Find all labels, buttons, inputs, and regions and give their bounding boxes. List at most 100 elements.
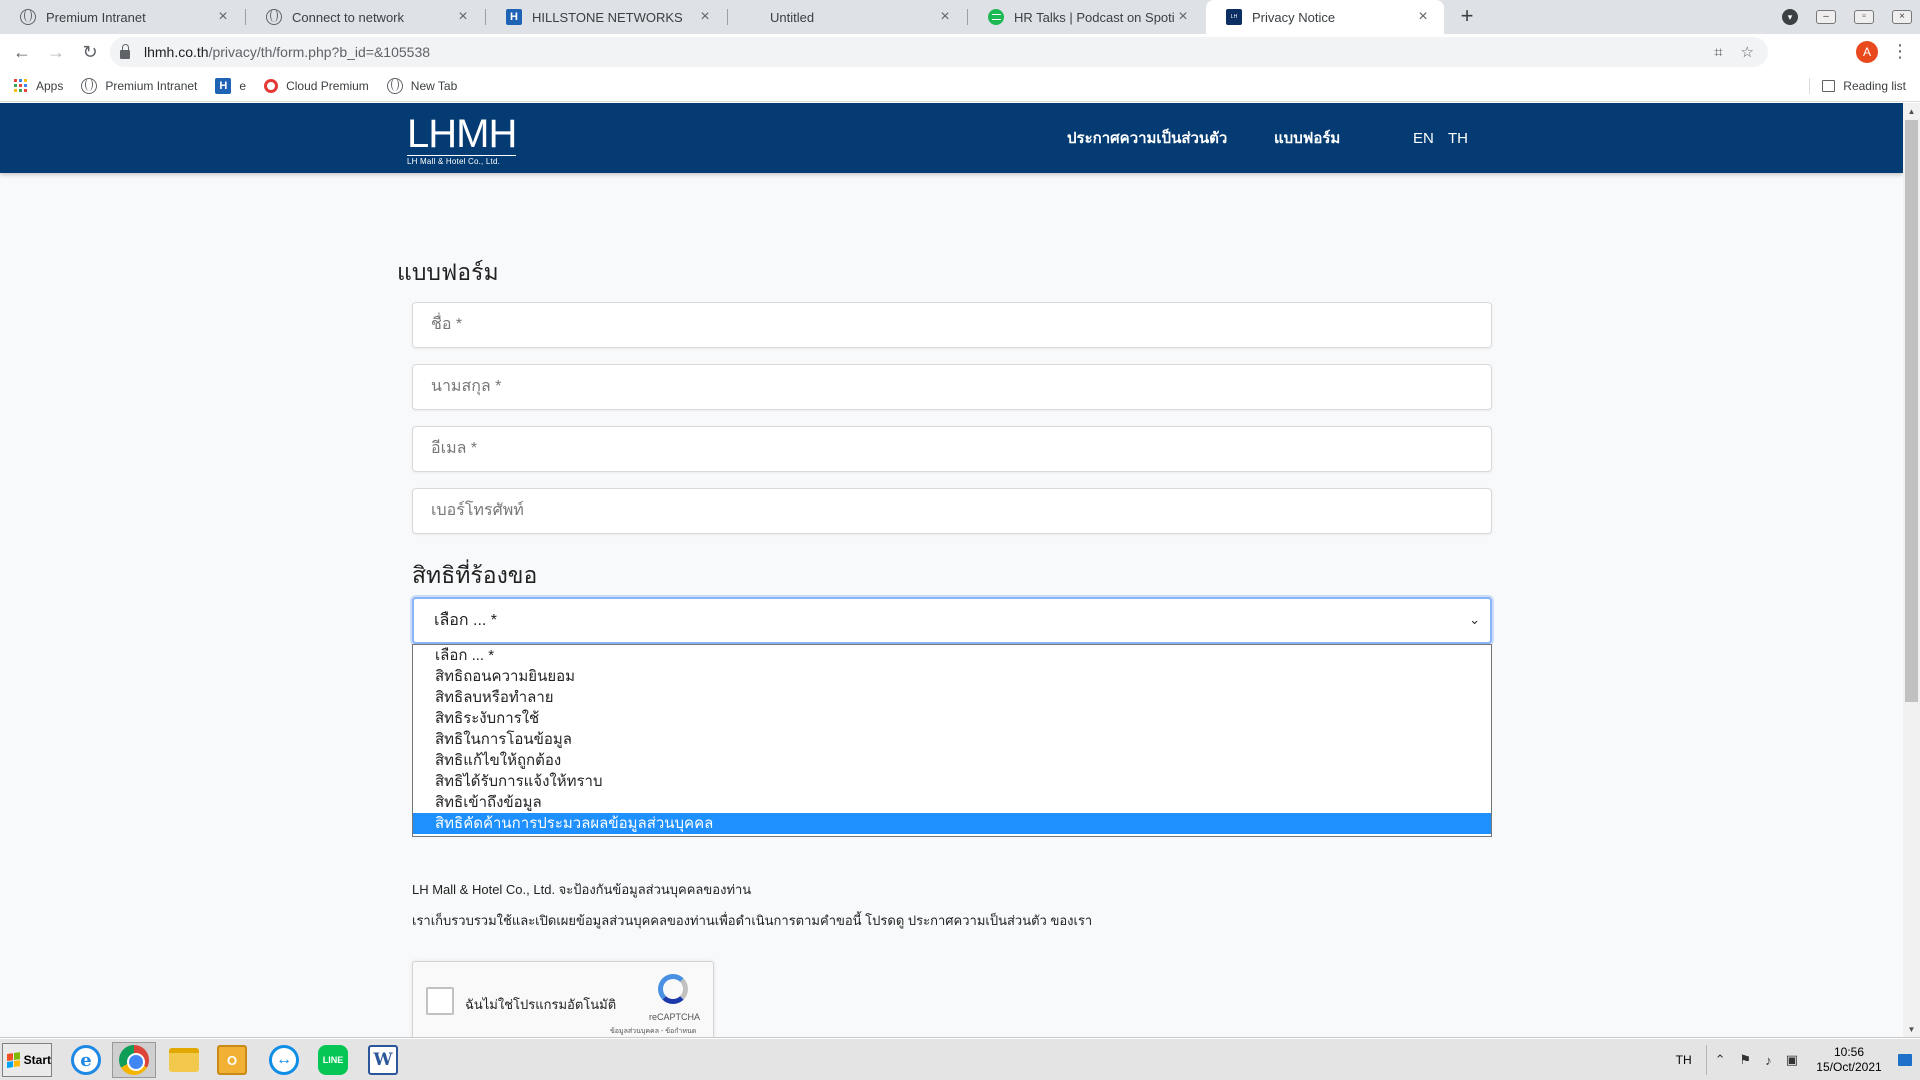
dropdown-option[interactable]: เลือก ... * bbox=[413, 645, 1491, 666]
scroll-down-icon[interactable]: ▼ bbox=[1903, 1021, 1920, 1038]
dropdown-option[interactable]: สิทธิแก้ไขให้ถูกต้อง bbox=[413, 750, 1491, 771]
globe-icon bbox=[20, 9, 36, 25]
network-icon[interactable]: ▣ bbox=[1786, 1052, 1798, 1068]
lang-en[interactable]: EN bbox=[1413, 103, 1434, 173]
recaptcha-checkbox[interactable] bbox=[426, 987, 454, 1015]
ie-icon: e bbox=[71, 1045, 101, 1075]
minimize-button[interactable]: – bbox=[1816, 10, 1836, 24]
back-icon[interactable]: ← bbox=[10, 40, 34, 64]
recaptcha-widget: ฉันไม่ใช่โปรแกรมอัตโนมัติ reCAPTCHA ข้อม… bbox=[412, 961, 714, 1038]
email-input[interactable] bbox=[412, 426, 1492, 472]
taskbar-line[interactable]: LINE bbox=[311, 1042, 355, 1078]
tab-untitled[interactable]: Untitled × bbox=[728, 0, 966, 34]
restore-button[interactable]: ▫ bbox=[1854, 10, 1874, 24]
recaptcha-logo-icon bbox=[658, 974, 688, 1004]
last-name-input[interactable] bbox=[412, 364, 1492, 410]
bookmark-premium-intranet[interactable]: Premium Intranet bbox=[81, 77, 197, 94]
reload-icon[interactable]: ↻ bbox=[78, 40, 102, 64]
input-language[interactable]: TH bbox=[1676, 1053, 1692, 1067]
taskbar-chrome[interactable] bbox=[112, 1042, 156, 1078]
taskbar-explorer[interactable] bbox=[162, 1042, 206, 1078]
profile-avatar[interactable]: A bbox=[1856, 41, 1878, 63]
recaptcha-label: ฉันไม่ใช่โปรแกรมอัตโนมัติ bbox=[465, 997, 617, 1012]
tab-title: Privacy Notice bbox=[1252, 9, 1336, 25]
close-icon[interactable]: × bbox=[454, 8, 472, 26]
dropdown-option[interactable]: สิทธิเข้าถึงข้อมูล bbox=[413, 792, 1491, 813]
taskbar-ie[interactable]: e bbox=[64, 1042, 108, 1078]
scrollbar-thumb[interactable] bbox=[1905, 120, 1918, 702]
tab-title: Untitled bbox=[770, 9, 815, 25]
phone-input[interactable] bbox=[412, 488, 1492, 534]
bookmarks-separator bbox=[1809, 78, 1810, 94]
dropdown-option-highlighted[interactable]: สิทธิคัดค้านการประมวลผลข้อมูลส่วนบุคคล bbox=[413, 813, 1491, 834]
bookmark-new-tab[interactable]: New Tab bbox=[386, 77, 457, 94]
close-icon[interactable]: × bbox=[936, 8, 954, 26]
tab-search-icon[interactable]: ▾ bbox=[1782, 9, 1798, 25]
dropdown-option[interactable]: สิทธิระงับการใช้ bbox=[413, 708, 1491, 729]
spotify-icon bbox=[988, 9, 1004, 25]
dropdown-option[interactable]: สิทธิได้รับการแจ้งให้ทราบ bbox=[413, 771, 1491, 792]
close-icon[interactable]: × bbox=[1174, 8, 1192, 26]
system-clock[interactable]: 10:56 15/Oct/2021 bbox=[1812, 1045, 1886, 1075]
tab-hr-talks[interactable]: HR Talks | Podcast on Spotify × bbox=[968, 0, 1204, 34]
lhmh-icon: LH bbox=[1226, 9, 1242, 25]
reading-list-button[interactable]: Reading list bbox=[1822, 70, 1906, 102]
browser-toolbar: ← → ↻ lhmh.co.th/privacy/th/form.php?b_i… bbox=[0, 34, 1920, 70]
page-scrollbar[interactable]: ▲ ▼ bbox=[1903, 103, 1920, 1038]
globe-icon bbox=[386, 77, 403, 94]
teamviewer-icon: ↔ bbox=[269, 1045, 299, 1075]
address-bar[interactable]: lhmh.co.th/privacy/th/form.php?b_id=&105… bbox=[110, 37, 1768, 67]
close-icon[interactable]: × bbox=[214, 8, 232, 26]
forward-icon[interactable]: → bbox=[44, 40, 68, 64]
line-icon: LINE bbox=[318, 1045, 348, 1075]
taskbar-outlook[interactable]: O bbox=[210, 1042, 254, 1078]
nav-privacy-notice[interactable]: ประกาศความเป็นส่วนตัว bbox=[1067, 103, 1227, 173]
new-tab-button[interactable]: + bbox=[1454, 4, 1480, 30]
windows-taskbar: Start e O ↔ LINE W TH ⌃ ⚑ ♪ ▣ 10:56 15/O… bbox=[0, 1038, 1920, 1080]
dropdown-option[interactable]: สิทธิถอนความยินยอม bbox=[413, 666, 1491, 687]
form-heading: แบบฟอร์ม bbox=[397, 259, 499, 285]
tab-connect-to-network[interactable]: Connect to network × bbox=[246, 0, 484, 34]
explorer-icon bbox=[169, 1048, 199, 1072]
scroll-up-icon[interactable]: ▲ bbox=[1903, 103, 1920, 120]
tab-title: HR Talks | Podcast on Spotify bbox=[1014, 9, 1174, 25]
tab-premium-intranet[interactable]: Premium Intranet × bbox=[0, 0, 244, 34]
taskbar-teamviewer[interactable]: ↔ bbox=[262, 1042, 306, 1078]
lang-th[interactable]: TH bbox=[1448, 103, 1468, 173]
tab-privacy-notice[interactable]: LH Privacy Notice × bbox=[1206, 0, 1444, 34]
close-icon[interactable]: × bbox=[696, 8, 714, 26]
lock-icon[interactable] bbox=[120, 43, 130, 59]
notification-icon[interactable] bbox=[1898, 1054, 1912, 1066]
volume-icon[interactable]: ♪ bbox=[1765, 1053, 1772, 1068]
bookmark-e[interactable]: H e bbox=[215, 77, 246, 94]
privacy-info-line-1: LH Mall & Hotel Co., Ltd. จะป้องกันข้อมู… bbox=[412, 882, 752, 897]
bookmark-apps[interactable]: Apps bbox=[14, 78, 63, 93]
site-logo[interactable]: LHMH LH Mall & Hotel Co., Ltd. bbox=[407, 114, 517, 166]
recaptcha-terms-link[interactable]: ข้อมูลส่วนบุคคล - ข้อกำหนด bbox=[610, 1026, 696, 1037]
dropdown-option[interactable]: สิทธิลบหรือทำลาย bbox=[413, 687, 1491, 708]
privacy-info-line-2: เราเก็บรวบรวมใช้และเปิดเผยข้อมูลส่วนบุคค… bbox=[412, 913, 1093, 928]
action-center-flag-icon[interactable]: ⚑ bbox=[1740, 1052, 1752, 1068]
taskbar-word[interactable]: W bbox=[361, 1042, 405, 1078]
apps-grid-icon bbox=[14, 78, 28, 93]
close-icon[interactable]: × bbox=[1414, 8, 1432, 26]
select-value: เลือก ... * bbox=[434, 612, 498, 629]
tab-hillstone[interactable]: H HILLSTONE NETWORKS × bbox=[486, 0, 726, 34]
recaptcha-brand: reCAPTCHA bbox=[649, 1012, 701, 1022]
first-name-input[interactable] bbox=[412, 302, 1492, 348]
menu-kebab-icon[interactable]: ⋮ bbox=[1890, 40, 1910, 64]
url-text[interactable]: lhmh.co.th/privacy/th/form.php?b_id=&105… bbox=[144, 44, 430, 60]
hillstone-icon: H bbox=[506, 9, 522, 25]
tray-expand-icon[interactable]: ⌃ bbox=[1715, 1052, 1726, 1068]
start-button[interactable]: Start bbox=[2, 1043, 52, 1077]
nav-form[interactable]: แบบฟอร์ม bbox=[1274, 103, 1340, 173]
site-header: LHMH LH Mall & Hotel Co., Ltd. ประกาศควา… bbox=[0, 103, 1903, 173]
dropdown-option[interactable]: สิทธิในการโอนข้อมูล bbox=[413, 729, 1491, 750]
close-window-button[interactable]: × bbox=[1892, 10, 1912, 24]
rights-select[interactable]: เลือก ... * ⌄ bbox=[412, 597, 1492, 644]
bookmark-cloud-premium[interactable]: Cloud Premium bbox=[264, 78, 369, 93]
translate-icon[interactable]: ⌗ bbox=[1714, 44, 1722, 61]
tray-separator bbox=[1705, 1045, 1707, 1075]
system-tray: TH ⌃ ⚑ ♪ ▣ 10:56 15/Oct/2021 bbox=[1676, 1039, 1920, 1080]
bookmark-star-icon[interactable]: ☆ bbox=[1741, 43, 1754, 61]
